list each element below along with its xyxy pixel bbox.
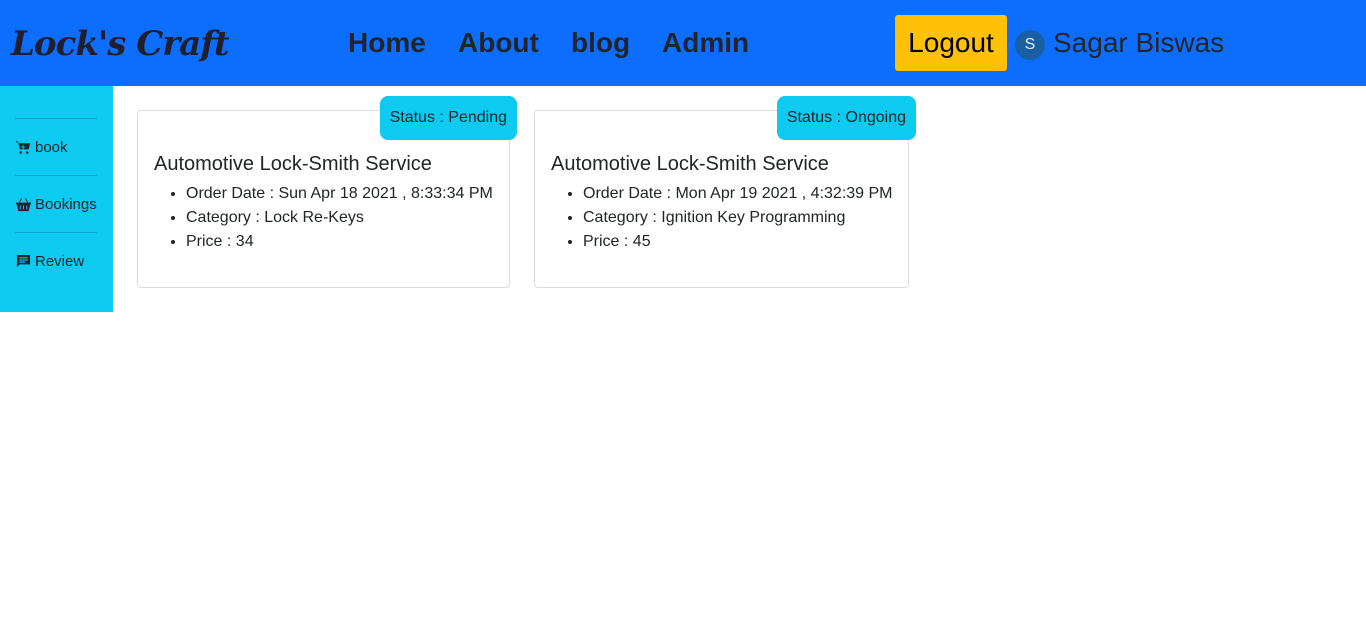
order-details-list: Order Date : Sun Apr 18 2021 , 8:33:34 P… <box>186 182 493 254</box>
nav-link-blog[interactable]: blog <box>571 26 630 60</box>
user-name: Sagar Biswas <box>1053 27 1225 58</box>
top-navbar: Lock's Craft Home About blog Admin Logou… <box>0 0 1366 86</box>
nav-link-home[interactable]: Home <box>348 26 426 60</box>
order-price: Price : 34 <box>186 230 493 254</box>
logout-button[interactable]: Logout <box>895 15 1007 71</box>
avatar: S <box>1015 30 1045 60</box>
chat-icon <box>16 254 35 269</box>
order-category: Category : Lock Re-Keys <box>186 206 493 230</box>
sidebar-divider <box>15 118 97 119</box>
sidebar-item-review[interactable]: Review <box>16 251 84 271</box>
sidebar-item-label: Bookings <box>35 195 97 213</box>
basket-icon <box>16 197 35 212</box>
sidebar-item-label: Review <box>35 252 85 270</box>
card-title: Automotive Lock-Smith Service <box>551 153 829 175</box>
order-date: Order Date : Sun Apr 18 2021 , 8:33:34 P… <box>186 182 493 206</box>
order-card: Status : Pending Automotive Lock-Smith S… <box>137 96 517 288</box>
sidebar-item-bookings[interactable]: Bookings <box>16 194 97 214</box>
order-details-list: Order Date : Mon Apr 19 2021 , 4:32:39 P… <box>583 182 893 254</box>
nav-link-about[interactable]: About <box>458 26 539 60</box>
sidebar: book Bookings Review <box>0 86 113 312</box>
nav-link-admin[interactable]: Admin <box>662 26 749 60</box>
order-price: Price : 45 <box>583 230 893 254</box>
status-badge: Status : Ongoing <box>776 96 916 140</box>
sidebar-item-book[interactable]: book <box>16 137 68 157</box>
order-date: Order Date : Mon Apr 19 2021 , 4:32:39 P… <box>583 182 893 206</box>
brand-logo[interactable]: Lock's Craft <box>11 22 230 66</box>
status-badge: Status : Pending <box>379 96 517 140</box>
order-category: Category : Ignition Key Programming <box>583 206 893 230</box>
sidebar-divider <box>15 232 97 233</box>
cart-icon <box>16 140 35 155</box>
order-card: Status : Ongoing Automotive Lock-Smith S… <box>534 96 916 288</box>
sidebar-item-label: book <box>35 138 68 156</box>
card-title: Automotive Lock-Smith Service <box>154 153 432 175</box>
sidebar-divider <box>15 175 97 176</box>
